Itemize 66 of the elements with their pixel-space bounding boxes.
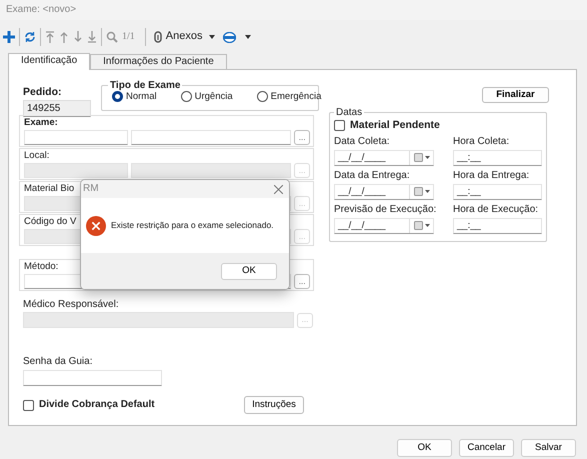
search-icon[interactable] [106,31,118,43]
dialog-button[interactable]: Cancelar [459,439,514,457]
calendar-dropdown-icon[interactable] [414,187,430,196]
group-title: Tipo de Exame [109,80,182,91]
checkbox-label: Divide Cobrança Default [39,399,156,411]
field-label: Hora da Entrega: [453,170,530,182]
time-field[interactable]: __:__ [453,218,542,234]
input-field[interactable] [23,370,162,386]
date-field[interactable]: __/__/____ [334,150,434,166]
radio-button[interactable] [256,91,268,102]
checkbox[interactable] [23,400,34,410]
first-record-icon[interactable] [45,31,55,43]
field-label: Código do V [24,216,76,228]
finalize-button[interactable]: Finalizar [482,87,549,103]
browse-button[interactable]: ... [294,130,310,145]
dialog-button[interactable]: Salvar [521,439,576,457]
ok-button[interactable]: OK [221,262,277,280]
caret-icon[interactable] [209,35,216,39]
last-record-icon[interactable] [87,31,97,43]
input-field[interactable] [130,163,292,178]
radio-label: Normal [126,91,157,102]
field-label: Data Coleta: [334,136,391,148]
arrow-up-icon[interactable] [59,31,69,43]
radio-button[interactable] [112,91,123,102]
attachments-menu[interactable]: Anexos [166,30,202,44]
field-label: Senha da Guia: [23,356,94,368]
field-label: Material Bio [24,183,74,195]
date-field[interactable]: __/__/____ [334,218,434,234]
time-field[interactable]: __:__ [453,184,542,200]
checkbox-label: Material Pendente [350,119,440,132]
error-icon [86,216,106,236]
field-label: Previsão de Execução: [334,204,438,216]
calendar-dropdown-icon[interactable] [414,221,430,230]
radio-label: Emergência [270,91,322,102]
tab[interactable]: Informações do Paciente [90,54,227,69]
record-counter: 1/1 [122,31,135,43]
field-label: Exame: [24,117,58,129]
dialog-title: RM [83,183,99,195]
pedido-label: Pedido: [23,86,62,99]
add-icon[interactable] [3,31,15,43]
dialog-message: Existe restrição para o exame selecionado. [111,220,274,231]
field-label: Hora Coleta: [453,136,510,148]
checkbox[interactable] [334,120,345,131]
time-field[interactable]: __:__ [453,150,542,166]
group-title: Datas [335,107,364,118]
refresh-icon[interactable] [24,31,36,43]
field-label: Método: [24,261,58,273]
dialog-button[interactable]: OK [397,439,452,457]
browse-button[interactable]: ... [294,274,310,289]
field-label: Hora de Execução: [453,204,540,216]
input-field[interactable] [24,130,128,145]
input-field[interactable] [130,130,292,145]
close-icon[interactable] [274,184,283,194]
tab[interactable]: Identificação [8,53,90,70]
field-label: Data da Entrega: [334,170,411,182]
instructions-button[interactable]: Instruções [244,396,304,414]
date-field[interactable]: __/__/____ [334,184,434,200]
arrow-down-icon[interactable] [73,31,83,43]
calendar-dropdown-icon[interactable] [414,153,430,162]
pedido-field[interactable]: 149255 [23,100,91,117]
field-label: Médico Responsável: [23,299,120,311]
radio-label: Urgência [194,91,233,102]
paperclip-icon[interactable] [154,31,162,43]
radio-button[interactable] [180,91,192,102]
field-label: Local: [24,150,50,162]
caret-icon[interactable] [245,35,252,39]
